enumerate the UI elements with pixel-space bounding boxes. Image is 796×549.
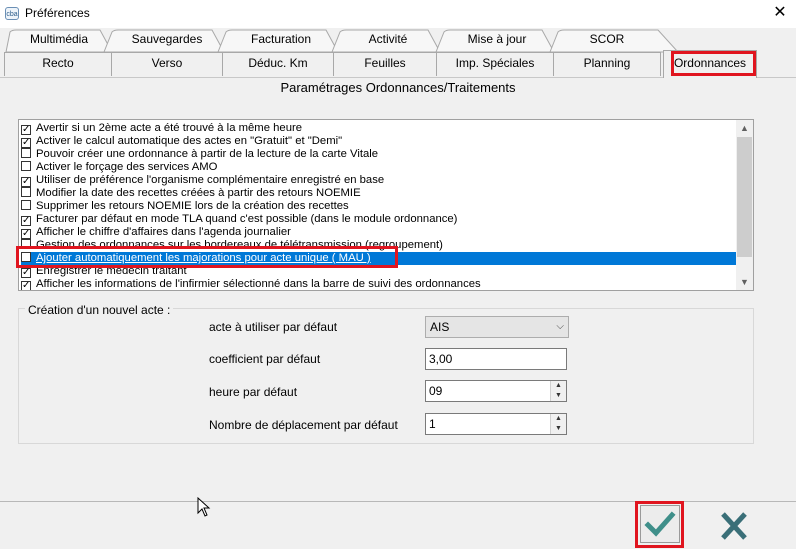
tab-mise-a-jour[interactable]: Mise à jour [450,30,544,50]
scroll-thumb[interactable] [737,137,752,257]
checkbox[interactable]: ✓ [21,268,31,278]
checkbox[interactable] [21,200,31,210]
tab-feuilles[interactable]: Feuilles [333,52,437,76]
title-bar: cba Préférences ✕ [0,0,796,28]
option-label: Modifier la date des recettes créées à p… [36,187,361,199]
close-icon: ✕ [773,4,787,21]
option-row[interactable]: ✓ Enregistrer le médecin traitant [21,265,736,278]
option-label: Pouvoir créer une ordonnance à partir de… [36,148,379,160]
act-select[interactable]: AIS ⌵ [425,316,569,338]
cancel-x-icon [721,512,747,540]
act-label: acte à utiliser par défaut [209,320,338,334]
footer-separator [0,501,796,502]
mouse-cursor-icon [197,497,211,517]
option-label: Avertir si un 2ème acte a été trouvé à l… [36,122,303,134]
tab-deduc-km[interactable]: Déduc. Km [222,52,334,76]
option-label: Afficher le chiffre d'affaires dans l'ag… [36,226,291,238]
option-row[interactable]: ✓ Afficher le chiffre d'affaires dans l'a… [21,226,736,239]
options-listbox[interactable]: ✓ Avertir si un 2ème acte a été trouvé à … [18,119,754,291]
option-row[interactable]: ✓ Utiliser de préférence l'organisme comp… [21,174,736,187]
tab-recto[interactable]: Recto [4,52,112,76]
option-label: Utiliser de préférence l'organisme compl… [36,174,385,186]
option-label: Supprimer les retours NOEMIE lors de la … [36,200,349,212]
option-row-selected[interactable]: Ajouter automatiquement les majorations … [21,252,736,265]
option-label: Facturer par défaut en mode TLA quand c'… [36,213,458,225]
checkbox[interactable]: ✓ [21,177,31,187]
option-label: Afficher les informations de l'infirmier… [36,278,481,290]
tab-multimedia[interactable]: Multimédia [16,30,102,50]
option-row[interactable]: ✓ Avertir si un 2ème acte a été trouvé à … [21,122,736,135]
close-button[interactable]: ✕ [768,2,792,24]
section-title: Paramétrages Ordonnances/Traitements [280,80,516,95]
hour-stepper[interactable]: 09 ▲ ▼ [425,380,567,402]
option-row[interactable]: ✓ Facturer par défaut en mode TLA quand c… [21,213,736,226]
act-select-value: AIS [430,320,450,334]
spin-down-icon[interactable]: ▼ [551,424,566,434]
tab-sauvegardes[interactable]: Sauvegardes [118,30,216,50]
window-title: Préférences [25,6,90,20]
spin-up-icon[interactable]: ▲ [551,414,566,424]
tab-imp-speciales[interactable]: Imp. Spéciales [436,52,554,76]
new-act-group-label: Création d'un nouvel acte : [25,303,174,317]
option-label: Activer le calcul automatique des actes … [36,135,343,147]
option-label: Ajouter automatiquement les majorations … [36,252,371,264]
checkbox[interactable] [21,187,31,197]
checkbox[interactable]: ✓ [21,216,31,226]
hour-spin[interactable]: ▲ ▼ [550,381,566,401]
option-row[interactable]: Activer le forçage des services AMO [21,161,736,174]
scroll-down-icon[interactable]: ▼ [736,274,753,290]
option-row[interactable]: Supprimer les retours NOEMIE lors de la … [21,200,736,213]
checkbox[interactable]: ✓ [21,138,31,148]
checkbox[interactable] [21,161,31,171]
checkbox[interactable] [21,239,31,249]
checkbox[interactable] [21,148,31,158]
trips-stepper[interactable]: 1 ▲ ▼ [425,413,567,435]
app-icon: cba [5,7,19,20]
checkbox[interactable]: ✓ [21,281,31,290]
option-row[interactable]: Gestion des ordonnances sur les borderea… [21,239,736,252]
tab-verso[interactable]: Verso [111,52,223,76]
coefficient-value: 3,00 [429,352,453,366]
tab-facturation[interactable]: Facturation [232,30,330,50]
option-row[interactable]: Pouvoir créer une ordonnance à partir de… [21,148,736,161]
hour-value: 09 [429,384,443,398]
checkbox[interactable]: ✓ [21,125,31,135]
tab-ordonnances[interactable]: Ordonnances [663,50,757,78]
tab-activite[interactable]: Activité [346,30,430,50]
option-label: Activer le forçage des services AMO [36,161,218,173]
coefficient-input[interactable]: 3,00 [425,348,567,370]
trips-value: 1 [429,417,436,431]
tab-scor[interactable]: SCOR [564,30,650,50]
tab-planning[interactable]: Planning [553,52,661,76]
chevron-down-icon: ⌵ [556,321,564,332]
option-label: Gestion des ordonnances sur les borderea… [36,239,443,251]
hour-label: heure par défaut [209,385,298,399]
options-scrollbar[interactable]: ▲ ▼ [736,120,753,290]
trips-spin[interactable]: ▲ ▼ [550,414,566,434]
cancel-button[interactable] [715,508,753,544]
check-icon [644,511,676,537]
option-row[interactable]: Modifier la date des recettes créées à p… [21,187,736,200]
scroll-up-icon[interactable]: ▲ [736,120,753,136]
checkbox[interactable]: ✓ [21,229,31,239]
option-label: Enregistrer le médecin traitant [36,265,187,277]
coefficient-label: coefficient par défaut [209,352,321,366]
spin-down-icon[interactable]: ▼ [551,391,566,401]
option-row[interactable]: ✓ Activer le calcul automatique des actes… [21,135,736,148]
ok-button[interactable] [640,505,680,543]
option-row[interactable]: ✓ Afficher les informations de l'infirmie… [21,278,736,290]
trips-label: Nombre de déplacement par défaut [209,418,398,432]
spin-up-icon[interactable]: ▲ [551,381,566,391]
checkbox[interactable] [21,252,31,262]
